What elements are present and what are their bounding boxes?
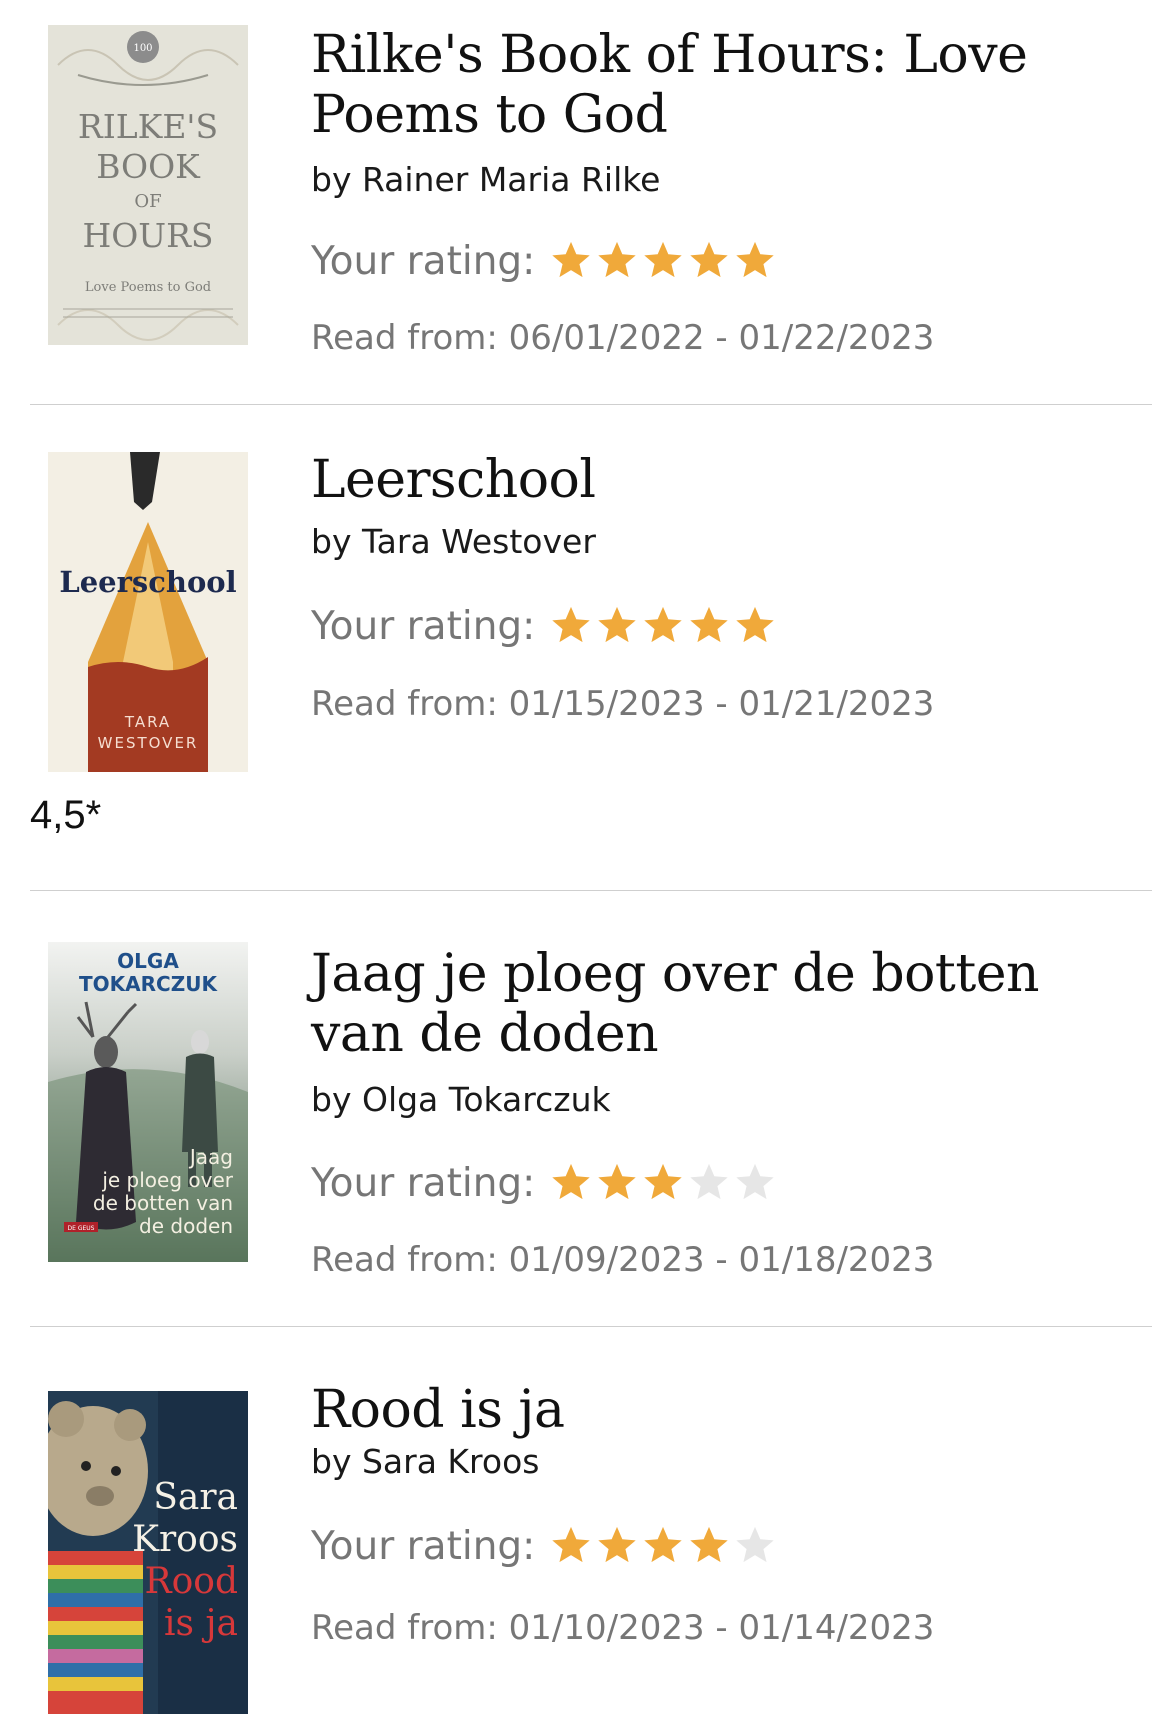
star-rating[interactable] [549,1524,777,1568]
book-cover-leerschool[interactable]: Leerschool TARA WESTOVER [48,452,248,772]
star-rating[interactable] [549,239,777,283]
star-filled-icon[interactable] [733,239,777,283]
cover-title: Rood [145,1561,239,1602]
book-cover-tokarczuk[interactable]: OLGA TOKARCZUK Jaag je ploeg over de bot… [48,942,248,1262]
star-filled-icon[interactable] [549,1524,593,1568]
review-note: 4,5* [30,793,102,837]
star-filled-icon[interactable] [641,604,685,648]
divider [30,1326,1152,1327]
cover-author: OLGA [117,949,179,973]
cover-title: de doden [139,1214,233,1238]
cover-title: je ploeg over [101,1168,233,1192]
book-cover-kroos[interactable]: Sara Kroos Rood is ja [48,1391,248,1714]
divider [30,890,1152,891]
star-rating[interactable] [549,1161,777,1205]
star-filled-icon[interactable] [641,1524,685,1568]
your-rating[interactable]: Your rating: [311,601,777,651]
book-author[interactable]: by Rainer Maria Rilke [311,160,660,199]
cover-author: TOKARCZUK [79,972,218,996]
rating-label: Your rating: [311,238,536,284]
star-filled-icon[interactable] [641,239,685,283]
book-title[interactable]: Leerschool [311,450,1091,510]
divider [30,404,1152,405]
star-filled-icon[interactable] [595,604,639,648]
star-filled-icon[interactable] [641,1161,685,1205]
star-filled-icon[interactable] [687,1524,731,1568]
cover-title: Leerschool [59,565,236,599]
cover-publisher: DE GEUS [68,1225,95,1232]
book-author[interactable]: by Sara Kroos [311,1442,539,1481]
cover-line: OF [134,191,161,212]
star-filled-icon[interactable] [595,1161,639,1205]
cover-subtitle: Love Poems to God [85,280,211,295]
star-filled-icon[interactable] [595,1524,639,1568]
book-title[interactable]: Rilke's Book of Hours: Love Poems to God [311,25,1091,145]
your-rating[interactable]: Your rating: [311,236,777,286]
star-filled-icon[interactable] [549,604,593,648]
cover-badge: 100 [133,43,152,54]
book-title[interactable]: Rood is ja [311,1380,1091,1440]
rating-label: Your rating: [311,1160,536,1206]
rating-label: Your rating: [311,603,536,649]
book-cover-rilke[interactable]: 100 RILKE'S BOOK OF HOURS Love Poems to … [48,25,248,345]
read-dates: Read from: 01/15/2023 - 01/21/2023 [311,684,935,724]
star-empty-icon[interactable] [733,1524,777,1568]
cover-author: Kroos [132,1519,238,1560]
your-rating[interactable]: Your rating: [311,1521,777,1571]
book-author[interactable]: by Olga Tokarczuk [311,1080,611,1119]
star-empty-icon[interactable] [687,1161,731,1205]
cover-line: RILKE'S [78,107,218,146]
read-dates: Read from: 06/01/2022 - 01/22/2023 [311,318,935,358]
book-title[interactable]: Jaag je ploeg over de botten van de dode… [311,944,1091,1064]
read-dates: Read from: 01/09/2023 - 01/18/2023 [311,1240,935,1280]
read-dates: Read from: 01/10/2023 - 01/14/2023 [311,1608,935,1648]
star-empty-icon[interactable] [733,1161,777,1205]
cover-title: is ja [164,1603,238,1644]
star-filled-icon[interactable] [687,239,731,283]
star-filled-icon[interactable] [549,239,593,283]
star-filled-icon[interactable] [549,1161,593,1205]
cover-author: WESTOVER [98,734,199,752]
cover-title: de botten van [93,1191,233,1215]
cover-line: BOOK [96,147,201,186]
star-filled-icon[interactable] [595,239,639,283]
cover-author: Sara [153,1477,238,1518]
rating-label: Your rating: [311,1523,536,1569]
book-author[interactable]: by Tara Westover [311,522,596,561]
star-filled-icon[interactable] [733,604,777,648]
cover-line: HOURS [82,216,213,255]
your-rating[interactable]: Your rating: [311,1158,777,1208]
star-rating[interactable] [549,604,777,648]
cover-title: Jaag [188,1145,233,1169]
star-filled-icon[interactable] [687,604,731,648]
cover-author: TARA [124,713,171,731]
